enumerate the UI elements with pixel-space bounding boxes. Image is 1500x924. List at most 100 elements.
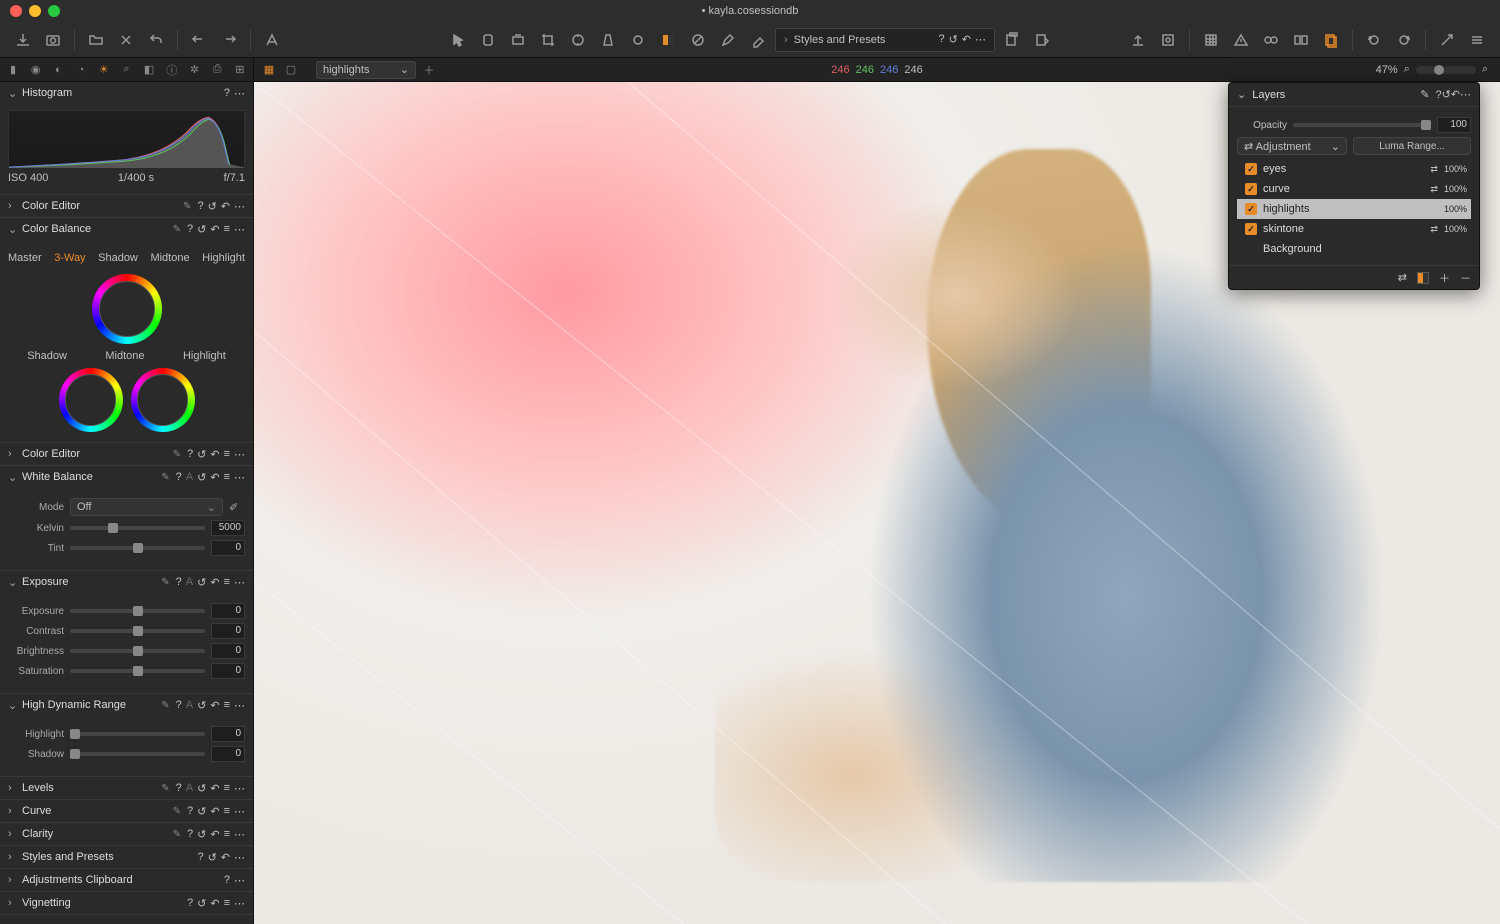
reset-icon[interactable]: ↺ [197,448,206,461]
color-editor-header[interactable]: › Color Editor ✎ ?↺↶⋯ [0,195,253,217]
tab-shadow[interactable]: Shadow [98,250,138,266]
capture-tab-icon[interactable]: ◉ [27,61,45,79]
fit-zoom-icon[interactable]: ⌕ [1482,63,1488,76]
single-view-icon[interactable]: ▢ [282,61,300,79]
hdr-shadow-value[interactable]: 0 [211,746,245,762]
add-layer-button[interactable]: ＋ [1439,270,1450,286]
highlight-wheel[interactable] [131,368,195,432]
apply-adjustments-icon[interactable] [1029,27,1055,53]
sliders-icon[interactable]: ⇄ [1398,271,1407,284]
help-icon[interactable]: ? [176,699,182,712]
help-icon[interactable]: ? [224,87,230,100]
layer-visible-checkbox[interactable]: ✓ [1245,163,1257,175]
settings-tab-icon[interactable]: ✲ [186,61,204,79]
more-icon[interactable]: ⋯ [975,33,986,46]
sliders-icon[interactable]: ⇄ [1430,164,1438,175]
undo-icon[interactable]: ↶ [210,576,219,589]
add-layer-icon[interactable]: ＋ [420,61,438,79]
styles-header[interactable]: ›Styles and Presets?↺↶⋯ [0,846,253,868]
close-x-icon[interactable] [113,27,139,53]
hdr-highlight-value[interactable]: 0 [211,726,245,742]
color-editor-header-2[interactable]: › Color Editor ✎ ?↺↶≡⋯ [0,443,253,465]
redo-icon[interactable] [216,27,242,53]
tab-master[interactable]: Master [8,250,42,266]
color-balance-header[interactable]: ⌄ Color Balance ✎ ?↺↶≡⋯ [0,218,253,240]
preset-icon[interactable]: ≡ [224,699,230,712]
tint-value[interactable]: 0 [211,540,245,556]
minimize-window-button[interactable] [29,5,41,17]
levels-header[interactable]: ›Levels✎?A↺↶≡⋯ [0,777,253,799]
brightness-value[interactable]: 0 [211,643,245,659]
grid-icon[interactable] [1198,27,1224,53]
expand-icon[interactable] [1434,27,1460,53]
lens-tab-icon[interactable]: ◐ [49,61,67,79]
histogram-chart[interactable] [8,110,245,168]
export-icon[interactable] [1125,27,1151,53]
preset-icon[interactable]: ≡ [224,223,230,236]
help-icon[interactable]: ? [176,576,182,589]
exposure-tab-icon[interactable]: ☀ [95,61,113,79]
styles-presets-dropdown[interactable]: › Styles and Presets ? ↺ ↶ ⋯ [775,28,995,52]
white-balance-header[interactable]: ⌄ White Balance ✎ ?A↺↶≡⋯ [0,466,253,488]
preset-icon[interactable]: ≡ [224,576,230,589]
undo-icon[interactable]: ↶ [210,471,219,484]
preset-icon[interactable]: ≡ [224,471,230,484]
menu-icon[interactable] [1464,27,1490,53]
undo-small-icon[interactable]: ↶ [962,33,971,46]
copy-adjustments-icon[interactable] [999,27,1025,53]
more-icon[interactable]: ⋯ [234,200,245,213]
reset-icon[interactable]: ↺ [949,33,958,46]
zoom-slider[interactable] [1416,66,1476,74]
exposure-header[interactable]: ⌄ Exposure ✎ ?A↺↶≡⋯ [0,571,253,593]
curve-header[interactable]: ›Curve✎?↺↶≡⋯ [0,800,253,822]
print-icon[interactable] [1155,27,1181,53]
output-tab-icon[interactable]: ⎙ [208,61,226,79]
undo-icon[interactable] [186,27,212,53]
help-icon[interactable]: ? [938,33,944,46]
wb-mode-select[interactable]: Off⌄ [70,498,223,516]
undo-icon[interactable]: ↶ [221,200,230,213]
details-tab-icon[interactable]: ◧ [140,61,158,79]
crop-tool-icon[interactable] [535,27,561,53]
rotate-left-icon[interactable] [1361,27,1387,53]
zoom-window-button[interactable] [48,5,60,17]
midtone-wheel[interactable] [92,274,162,344]
camera-icon[interactable] [40,27,66,53]
library-tab-icon[interactable]: ▮ [4,61,22,79]
help-icon[interactable]: ? [187,223,193,236]
help-icon[interactable]: ? [187,448,193,461]
batch-tab-icon[interactable]: ⊞ [231,61,249,79]
info-tab-icon[interactable]: ⓘ [163,61,181,79]
cursor-tool-icon[interactable] [445,27,471,53]
eraser-tool-icon[interactable] [745,27,771,53]
color-tab-icon[interactable]: ◔ [72,61,90,79]
exposure-slider[interactable] [70,609,205,613]
brush-tool-icon[interactable] [715,27,741,53]
luma-range-button[interactable]: Luma Range... [1353,137,1471,155]
help-icon[interactable]: ? [197,200,203,213]
layer-item[interactable]: ✓curve⇄100% [1237,179,1471,199]
layer-opacity-slider[interactable] [1293,123,1431,127]
mask-tool-icon[interactable] [655,27,681,53]
rotate-right-icon[interactable] [1391,27,1417,53]
rotate-tool-icon[interactable] [505,27,531,53]
layer-type-select[interactable]: ⇄ Adjustment⌄ [1237,137,1347,155]
reset-icon[interactable]: ↺ [197,471,206,484]
undo-icon[interactable]: ↶ [210,223,219,236]
kelvin-slider[interactable] [70,526,205,530]
layer-visible-checkbox[interactable]: ✓ [1245,223,1257,235]
layer-visible-checkbox[interactable]: ✓ [1245,203,1257,215]
more-icon[interactable]: ⋯ [234,471,245,484]
import-icon[interactable] [10,27,36,53]
hand-tool-icon[interactable] [475,27,501,53]
hdr-highlight-slider[interactable] [70,732,205,736]
remove-layer-button[interactable]: － [1460,270,1471,286]
clarity-header[interactable]: ›Clarity✎?↺↶≡⋯ [0,823,253,845]
layer-visible-checkbox[interactable]: ✓ [1245,183,1257,195]
reset-icon[interactable]: ↺ [197,223,206,236]
more-icon[interactable]: ⋯ [1460,89,1471,101]
layers-header[interactable]: ⌄ Layers ✎ ?↺↶⋯ [1229,83,1479,107]
proof-icon[interactable] [1318,27,1344,53]
keystone-tool-icon[interactable] [595,27,621,53]
shadow-wheel[interactable] [59,368,123,432]
